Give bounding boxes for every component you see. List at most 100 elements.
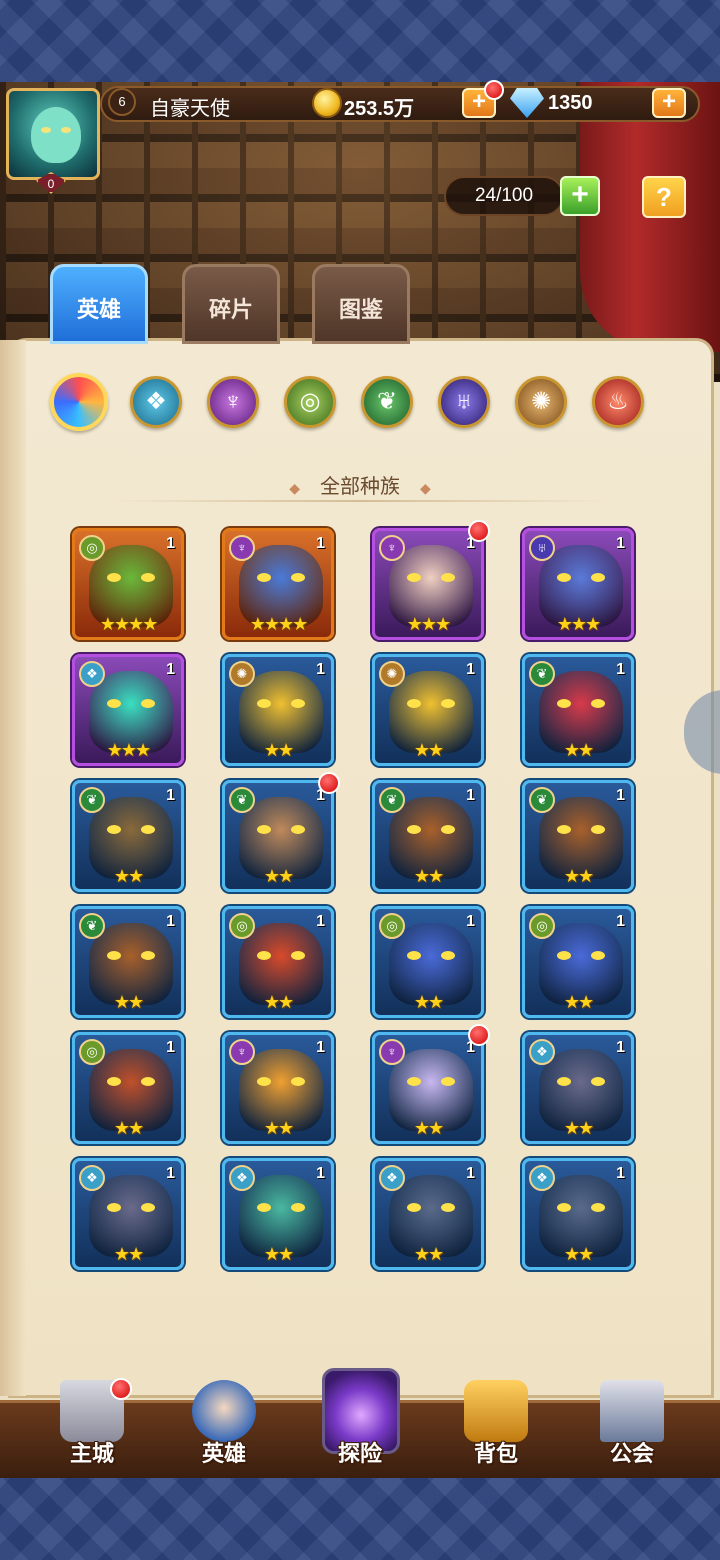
star-rating: ★★ xyxy=(563,992,594,1012)
race-wind-icon: ◎ xyxy=(79,1039,105,1065)
star-rating: ★★ xyxy=(263,992,294,1012)
expand-capacity-button[interactable]: + xyxy=(560,176,600,216)
hero-card[interactable]: ◎ 1 ★★ xyxy=(72,1032,184,1144)
hero-card[interactable]: ♆ 1 ★★ xyxy=(372,1032,484,1144)
race-light-icon: ✺ xyxy=(229,661,255,687)
star-rating: ★★ xyxy=(563,866,594,886)
hero-level: 1 xyxy=(316,913,325,930)
hero-card[interactable]: ❖ 1 ★★ xyxy=(372,1158,484,1270)
hero-card[interactable]: ♆ 1 ★★★ xyxy=(372,528,484,640)
star-rating: ★★ xyxy=(413,992,444,1012)
nav-label: 探险 xyxy=(337,1441,382,1466)
guild-tower-icon xyxy=(600,1380,664,1442)
star-rating: ★★★ xyxy=(556,614,601,634)
hero-card[interactable]: ❦ 1 ★★ xyxy=(522,654,634,766)
race-fire-icon[interactable]: ♨ xyxy=(592,376,644,428)
hero-level: 1 xyxy=(316,535,325,552)
tab-collection[interactable]: 图鉴 xyxy=(312,264,410,344)
race-water-icon: ❖ xyxy=(379,1165,405,1191)
race-dark-icon: ♆ xyxy=(229,535,255,561)
race-dark-icon: ♆ xyxy=(229,1039,255,1065)
race-nature-icon: ❦ xyxy=(529,787,555,813)
race-nature-icon: ❦ xyxy=(229,787,255,813)
nav-heroes[interactable]: 英雄 xyxy=(164,1380,284,1476)
hero-card[interactable]: ◎ 1 ★★★★ xyxy=(72,528,184,640)
hero-level: 1 xyxy=(466,787,475,804)
avatar-face xyxy=(31,107,81,163)
nav-backpack[interactable]: 背包 xyxy=(436,1380,556,1476)
player-name: 自豪天使 xyxy=(150,98,230,120)
hero-portrait-icon xyxy=(192,1380,256,1442)
hero-alert-dot xyxy=(468,520,490,542)
race-wind-icon[interactable]: ◎ xyxy=(284,376,336,428)
hero-card[interactable]: ♆ 1 ★★★★ xyxy=(222,528,334,640)
hero-level: 1 xyxy=(616,913,625,930)
hero-card[interactable]: ❖ 1 ★★ xyxy=(522,1158,634,1270)
hero-card[interactable]: ❖ 1 ★★ xyxy=(222,1158,334,1270)
add-diamond-button[interactable]: + xyxy=(652,88,686,118)
hero-level: 1 xyxy=(466,661,475,678)
race-light-icon[interactable]: ✺ xyxy=(515,376,567,428)
hero-level: 1 xyxy=(466,1165,475,1182)
tab-heroes[interactable]: 英雄 xyxy=(50,264,148,344)
hero-card[interactable]: ❦ 1 ★★ xyxy=(72,780,184,892)
player-avatar[interactable] xyxy=(6,88,100,180)
top-frame-border xyxy=(0,0,720,82)
hero-level: 1 xyxy=(616,1165,625,1182)
star-rating: ★★ xyxy=(113,1118,144,1138)
hero-capacity: 24/100 xyxy=(444,176,564,216)
star-rating: ★★ xyxy=(563,740,594,760)
hero-card[interactable]: ❖ 1 ★★ xyxy=(522,1032,634,1144)
bottom-frame-border xyxy=(0,1478,720,1560)
hero-card[interactable]: ♅ 1 ★★★ xyxy=(522,528,634,640)
star-rating: ★★ xyxy=(263,1244,294,1264)
nav-guild[interactable]: 公会 xyxy=(572,1380,692,1476)
race-demon-icon[interactable]: ♅ xyxy=(438,376,490,428)
hero-card[interactable]: ❦ 1 ★★ xyxy=(372,780,484,892)
hero-level: 1 xyxy=(316,1039,325,1056)
hero-card[interactable]: ❦ 1 ★★ xyxy=(522,780,634,892)
hero-card[interactable]: ❖ 1 ★★★ xyxy=(72,654,184,766)
tab-fragments[interactable]: 碎片 xyxy=(182,264,280,344)
race-water-icon[interactable]: ❖ xyxy=(130,376,182,428)
star-rating: ★★★★ xyxy=(249,614,309,634)
race-water-icon: ❖ xyxy=(79,661,105,687)
hero-card[interactable]: ♆ 1 ★★ xyxy=(222,1032,334,1144)
nav-explore[interactable]: 探险 xyxy=(300,1368,420,1476)
hero-card[interactable]: ◎ 1 ★★ xyxy=(522,906,634,1018)
star-rating: ★★★ xyxy=(106,740,151,760)
hero-level: 1 xyxy=(166,1165,175,1182)
hero-card[interactable]: ❦ 1 ★★ xyxy=(72,906,184,1018)
hero-card[interactable]: ◎ 1 ★★ xyxy=(222,906,334,1018)
race-dark-icon[interactable]: ♆ xyxy=(207,376,259,428)
help-button[interactable]: ? xyxy=(642,176,686,218)
hero-level: 1 xyxy=(616,535,625,552)
race-nature-icon: ❦ xyxy=(379,787,405,813)
hero-level: 1 xyxy=(616,1039,625,1056)
hero-card[interactable]: ❖ 1 ★★ xyxy=(72,1158,184,1270)
star-rating: ★★ xyxy=(413,1118,444,1138)
nav-label: 主城 xyxy=(69,1441,114,1466)
gold-coin-icon xyxy=(312,88,342,118)
nav-main-city[interactable]: 主城 xyxy=(32,1380,152,1476)
race-all-icon[interactable] xyxy=(50,373,108,431)
race-nature-icon[interactable]: ❦ xyxy=(361,376,413,428)
hero-card[interactable]: ✺ 1 ★★ xyxy=(372,654,484,766)
main-city-alert-dot xyxy=(110,1378,132,1400)
diamond-ornament-icon: ◆ xyxy=(420,480,431,496)
hero-card[interactable]: ❦ 1 ★★ xyxy=(222,780,334,892)
star-rating: ★★ xyxy=(413,1244,444,1264)
hero-card[interactable]: ✺ 1 ★★ xyxy=(222,654,334,766)
race-light-icon: ✺ xyxy=(379,661,405,687)
hero-level: 1 xyxy=(166,787,175,804)
race-wind-icon: ◎ xyxy=(529,913,555,939)
star-rating: ★★ xyxy=(113,992,144,1012)
race-nature-icon: ❦ xyxy=(79,787,105,813)
nav-label: 背包 xyxy=(473,1441,518,1466)
hero-level: 1 xyxy=(166,913,175,930)
hero-card[interactable]: ◎ 1 ★★ xyxy=(372,906,484,1018)
star-rating: ★★★★ xyxy=(99,614,159,634)
race-wind-icon: ◎ xyxy=(79,535,105,561)
race-wind-icon: ◎ xyxy=(379,913,405,939)
star-rating: ★★ xyxy=(563,1244,594,1264)
